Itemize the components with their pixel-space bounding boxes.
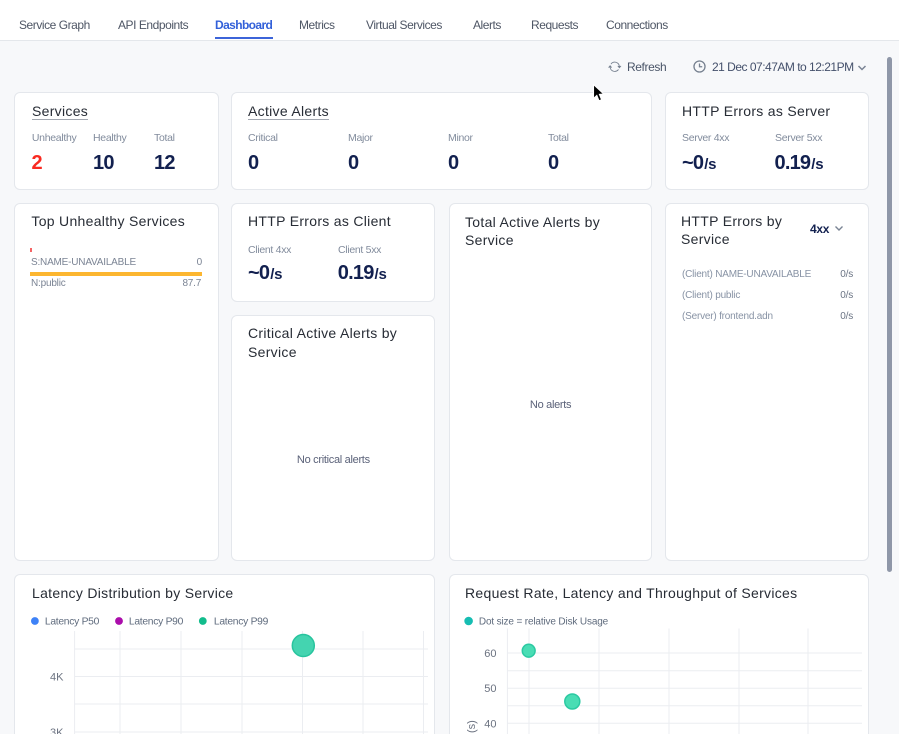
svg-text:Latency P99: Latency P99 <box>214 617 269 628</box>
svg-text:Dot size = relative Disk Usage: Dot size = relative Disk Usage <box>479 617 609 628</box>
svg-text:4K: 4K <box>50 672 64 684</box>
svg-text:Latency P90: Latency P90 <box>129 617 184 628</box>
svg-text:40: 40 <box>484 718 496 730</box>
svg-text:3K: 3K <box>50 727 64 734</box>
svg-text:Latency P50: Latency P50 <box>45 617 100 628</box>
svg-text:60: 60 <box>484 648 496 660</box>
svg-text:50: 50 <box>484 683 496 695</box>
svg-text:(s): (s) <box>466 720 478 733</box>
